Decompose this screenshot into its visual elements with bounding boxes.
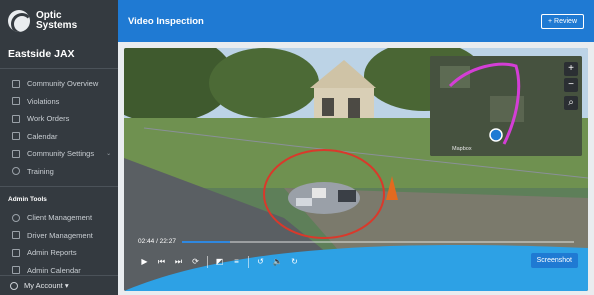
screenshot-button[interactable]: Screenshot xyxy=(530,253,578,268)
map-search-button[interactable]: ⌕ xyxy=(564,96,578,110)
map-overlay[interactable]: + − ⌕ Mapbox xyxy=(430,56,582,156)
report-icon xyxy=(12,248,20,257)
my-account-menu[interactable]: My Account ▾ xyxy=(0,275,118,295)
zoom-in-button[interactable]: + xyxy=(564,62,578,76)
debris xyxy=(312,188,326,198)
skip-back-icon[interactable]: ⏮ xyxy=(153,255,170,269)
sidebar-item-client-management[interactable]: Client Management xyxy=(0,209,118,227)
debris xyxy=(296,198,312,206)
help-icon xyxy=(12,167,20,176)
page-header: Video Inspection + Review xyxy=(118,0,594,42)
brand-logo[interactable]: Optic Systems xyxy=(0,0,118,42)
image-adjust-icon[interactable]: ◩ xyxy=(211,255,228,269)
sidebar-item-driver-management[interactable]: Driver Management xyxy=(0,227,118,245)
sidebar-item-label: Admin Calendar xyxy=(27,265,81,275)
rewind-icon[interactable]: ↺ xyxy=(252,255,269,269)
sidebar-item-label: Admin Reports xyxy=(27,248,77,258)
map-attribution: Mapbox xyxy=(452,146,472,152)
play-icon[interactable]: ▶ xyxy=(136,255,153,269)
sidebar-item-label: Training xyxy=(27,166,54,176)
gear-icon xyxy=(12,149,20,158)
list-icon xyxy=(12,97,20,106)
tree xyxy=(209,48,319,118)
sidebar-item-work-orders[interactable]: Work Orders xyxy=(0,110,118,128)
separator xyxy=(207,256,208,268)
sidebar-item-admin-reports[interactable]: Admin Reports xyxy=(0,244,118,262)
sidebar-item-label: Calendar xyxy=(27,131,58,141)
sidebar-item-violations[interactable]: Violations xyxy=(0,93,118,111)
volume-icon[interactable]: 🔈 xyxy=(269,255,286,269)
sidebar-item-label: Driver Management xyxy=(27,230,93,240)
calendar-icon xyxy=(12,266,20,275)
tools-icon xyxy=(12,114,20,123)
separator xyxy=(248,256,249,268)
forward-icon[interactable]: ↻ xyxy=(286,255,303,269)
progress-fill xyxy=(182,241,230,243)
zoom-out-button[interactable]: − xyxy=(564,78,578,92)
optic-systems-logo-icon xyxy=(8,10,30,32)
video-player[interactable]: + − ⌕ Mapbox 02:44 / 22:27 ▶ ⏮ ⏭ ⟳ ◩ ≡ ↺… xyxy=(124,48,588,291)
sidebar-item-label: Community Settings xyxy=(27,149,95,159)
brand-name-line2: Systems xyxy=(36,20,78,31)
admin-nav: Client Management Driver Management Admi… xyxy=(0,209,118,279)
playback-speed-icon[interactable]: ⟳ xyxy=(187,255,204,269)
admin-tools-heading: Admin Tools xyxy=(0,186,118,209)
calendar-icon xyxy=(12,132,20,141)
page-title: Video Inspection xyxy=(128,15,204,27)
my-account-label: My Account ▾ xyxy=(24,281,69,290)
dashboard-icon xyxy=(12,79,20,88)
house-window xyxy=(322,98,334,116)
sidebar-item-training[interactable]: Training xyxy=(0,163,118,181)
add-review-button[interactable]: + Review xyxy=(541,13,584,29)
gear-icon xyxy=(12,213,20,222)
sidebar-item-label: Client Management xyxy=(27,213,93,223)
sidebar-item-community-overview[interactable]: Community Overview xyxy=(0,75,118,93)
map-canvas xyxy=(430,56,582,156)
vehicle-position-marker xyxy=(489,128,503,142)
skip-forward-icon[interactable]: ⏭ xyxy=(170,255,187,269)
sidebar-item-label: Work Orders xyxy=(27,114,70,124)
sidebar: Optic Systems Eastside JAX Community Ove… xyxy=(0,0,118,295)
user-icon xyxy=(10,281,18,290)
chevron-down-icon: ⌄ xyxy=(106,151,112,158)
sidebar-item-calendar[interactable]: Calendar xyxy=(0,128,118,146)
progress-bar[interactable] xyxy=(182,241,574,243)
sidebar-item-label: Community Overview xyxy=(27,79,99,89)
playback-time: 02:44 / 22:27 xyxy=(138,238,176,245)
settings-sliders-icon[interactable]: ≡ xyxy=(228,255,245,269)
car-icon xyxy=(12,231,20,240)
player-controls: 02:44 / 22:27 ▶ ⏮ ⏭ ⟳ ◩ ≡ ↺ 🔈 ↻ Screensh… xyxy=(130,237,582,285)
organization-name: Eastside JAX xyxy=(0,42,118,69)
map-block xyxy=(440,66,470,88)
main-nav: Community Overview Violations Work Order… xyxy=(0,69,118,180)
control-buttons: ▶ ⏮ ⏭ ⟳ ◩ ≡ ↺ 🔈 ↻ xyxy=(136,255,303,269)
debris xyxy=(338,190,356,202)
brand-name: Optic Systems xyxy=(36,11,77,31)
sidebar-item-community-settings[interactable]: Community Settings ⌄ xyxy=(0,145,118,163)
sidebar-item-label: Violations xyxy=(27,96,60,106)
